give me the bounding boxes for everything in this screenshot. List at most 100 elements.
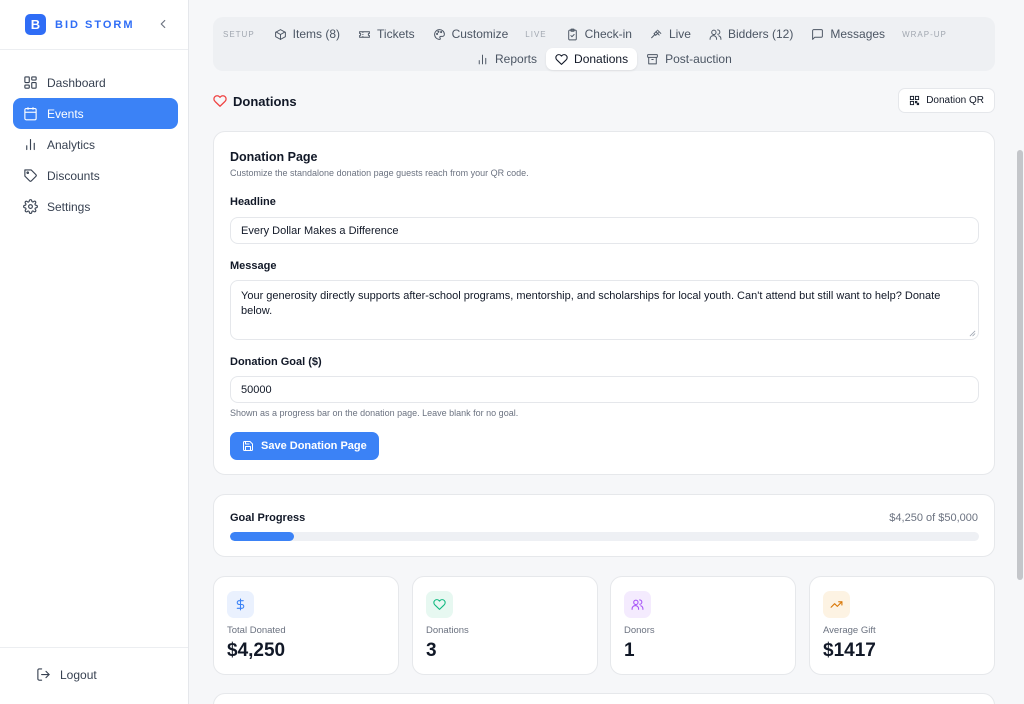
stat-value: $1417 xyxy=(823,640,876,661)
sidebar: B BID STORM Dashboard Events Analytics D… xyxy=(0,0,189,704)
headline-input[interactable]: Every Dollar Makes a Difference xyxy=(230,217,979,244)
tab-label: Items (8) xyxy=(292,27,341,41)
tab-row-1: SETUP Items (8) Tickets Customize LIVE C… xyxy=(223,23,957,45)
qr-code-icon xyxy=(910,95,920,106)
sidebar-item-label: Events xyxy=(47,106,84,121)
donation-qr-button[interactable]: Donation QR xyxy=(898,88,995,113)
calendar-icon xyxy=(22,106,38,122)
tab-label: Live xyxy=(668,27,691,41)
stat-label: Donations xyxy=(426,625,469,636)
page-title: Donations xyxy=(233,93,297,109)
tab-reports[interactable]: Reports xyxy=(467,48,546,70)
save-button-label: Save Donation Page xyxy=(261,440,367,452)
users-icon xyxy=(631,599,644,610)
tab-items[interactable]: Items (8) xyxy=(265,23,349,45)
goal-progress-fill xyxy=(230,532,294,541)
goal-label: Donation Goal ($) xyxy=(230,356,322,368)
message-icon xyxy=(812,28,824,40)
page-header: Donations Donation QR xyxy=(213,88,995,114)
goal-hint: Shown as a progress bar on the donation … xyxy=(230,408,519,418)
section-label-live: LIVE xyxy=(525,29,547,39)
goal-progress-label: Goal Progress xyxy=(230,512,306,524)
goal-progress-bar xyxy=(230,532,979,541)
card-title: Donation Page xyxy=(230,150,318,164)
sidebar-item-analytics[interactable]: Analytics xyxy=(13,129,178,160)
tab-label: Bidders (12) xyxy=(727,27,794,41)
chevron-left-icon[interactable] xyxy=(156,17,170,31)
sidebar-item-dashboard[interactable]: Dashboard xyxy=(13,67,178,98)
logout-button[interactable]: Logout xyxy=(26,659,168,690)
stat-value: 3 xyxy=(426,640,437,661)
tab-checkin[interactable]: Check-in xyxy=(557,23,641,45)
brand-logo: B xyxy=(25,14,46,35)
brand-name: BID STORM xyxy=(55,18,135,31)
tab-messages[interactable]: Messages xyxy=(802,23,894,45)
palette-icon xyxy=(433,28,445,40)
tab-post-auction[interactable]: Post-auction xyxy=(637,48,741,70)
stat-value: 1 xyxy=(624,640,635,661)
sidebar-nav: Dashboard Events Analytics Discounts Set… xyxy=(0,50,188,222)
stat-label: Total Donated xyxy=(227,625,286,636)
sidebar-item-label: Discounts xyxy=(47,168,100,183)
brand: B BID STORM xyxy=(0,0,188,50)
stat-label: Donors xyxy=(624,625,655,636)
next-card xyxy=(213,693,995,704)
message-textarea[interactable]: Your generosity directly supports after-… xyxy=(230,280,979,340)
event-tabs: SETUP Items (8) Tickets Customize LIVE C… xyxy=(213,17,995,71)
tab-live[interactable]: Live xyxy=(641,23,700,45)
stat-icon-box xyxy=(227,591,254,618)
message-label: Message xyxy=(230,260,277,272)
stat-icon-box xyxy=(624,591,651,618)
logout-label: Logout xyxy=(60,667,97,682)
sidebar-item-settings[interactable]: Settings xyxy=(13,191,178,222)
main-content: SETUP Items (8) Tickets Customize LIVE C… xyxy=(189,0,1024,704)
ticket-icon xyxy=(359,30,370,38)
tab-label: Check-in xyxy=(584,27,632,41)
save-donation-page-button[interactable]: Save Donation Page xyxy=(230,432,379,460)
logout-icon xyxy=(35,667,51,683)
gear-icon xyxy=(22,199,38,215)
headline-label: Headline xyxy=(230,196,276,208)
trending-up-icon xyxy=(830,601,843,608)
message-text: Your generosity directly supports after-… xyxy=(241,290,941,317)
tag-icon xyxy=(22,168,38,184)
sidebar-item-label: Settings xyxy=(47,199,91,214)
tab-label: Tickets xyxy=(377,27,415,41)
stat-card-donations: Donations 3 xyxy=(412,576,598,675)
stat-label: Average Gift xyxy=(823,625,876,636)
stat-icon-box xyxy=(426,591,453,618)
bar-chart-icon xyxy=(478,54,487,64)
tab-label: Reports xyxy=(495,52,538,66)
tab-bidders[interactable]: Bidders (12) xyxy=(700,23,802,45)
tab-tickets[interactable]: Tickets xyxy=(349,23,424,45)
box-icon xyxy=(274,28,286,40)
donation-goal-input[interactable]: 50000 xyxy=(230,376,979,403)
save-icon xyxy=(243,441,253,451)
archive-icon xyxy=(647,53,658,64)
grid-icon xyxy=(22,75,38,91)
qr-button-label: Donation QR xyxy=(926,95,984,106)
heart-icon xyxy=(555,53,568,65)
bar-chart-icon xyxy=(22,137,38,153)
tab-donations[interactable]: Donations xyxy=(546,48,638,70)
heart-icon xyxy=(213,95,227,107)
clipboard-check-icon xyxy=(567,28,577,40)
sidebar-item-label: Analytics xyxy=(47,137,96,152)
heart-icon xyxy=(433,599,446,610)
sidebar-item-discounts[interactable]: Discounts xyxy=(13,160,178,191)
sidebar-item-events[interactable]: Events xyxy=(13,98,178,129)
section-label-wrapup: WRAP-UP xyxy=(902,29,947,39)
sidebar-item-label: Dashboard xyxy=(47,75,106,90)
tab-label: Donations xyxy=(574,52,629,66)
goal-progress-amount: $4,250 of $50,000 xyxy=(889,512,978,524)
resize-handle-icon[interactable] xyxy=(969,330,976,337)
stat-icon-box xyxy=(823,591,850,618)
tab-label: Messages xyxy=(830,27,886,41)
gavel-icon xyxy=(651,29,662,38)
tab-label: Post-auction xyxy=(665,52,732,66)
stat-card-donors: Donors 1 xyxy=(610,576,796,675)
section-label-setup: SETUP xyxy=(223,29,255,39)
tab-customize[interactable]: Customize xyxy=(424,23,518,45)
scrollbar[interactable] xyxy=(1017,150,1023,580)
stat-value: $4,250 xyxy=(227,640,286,661)
